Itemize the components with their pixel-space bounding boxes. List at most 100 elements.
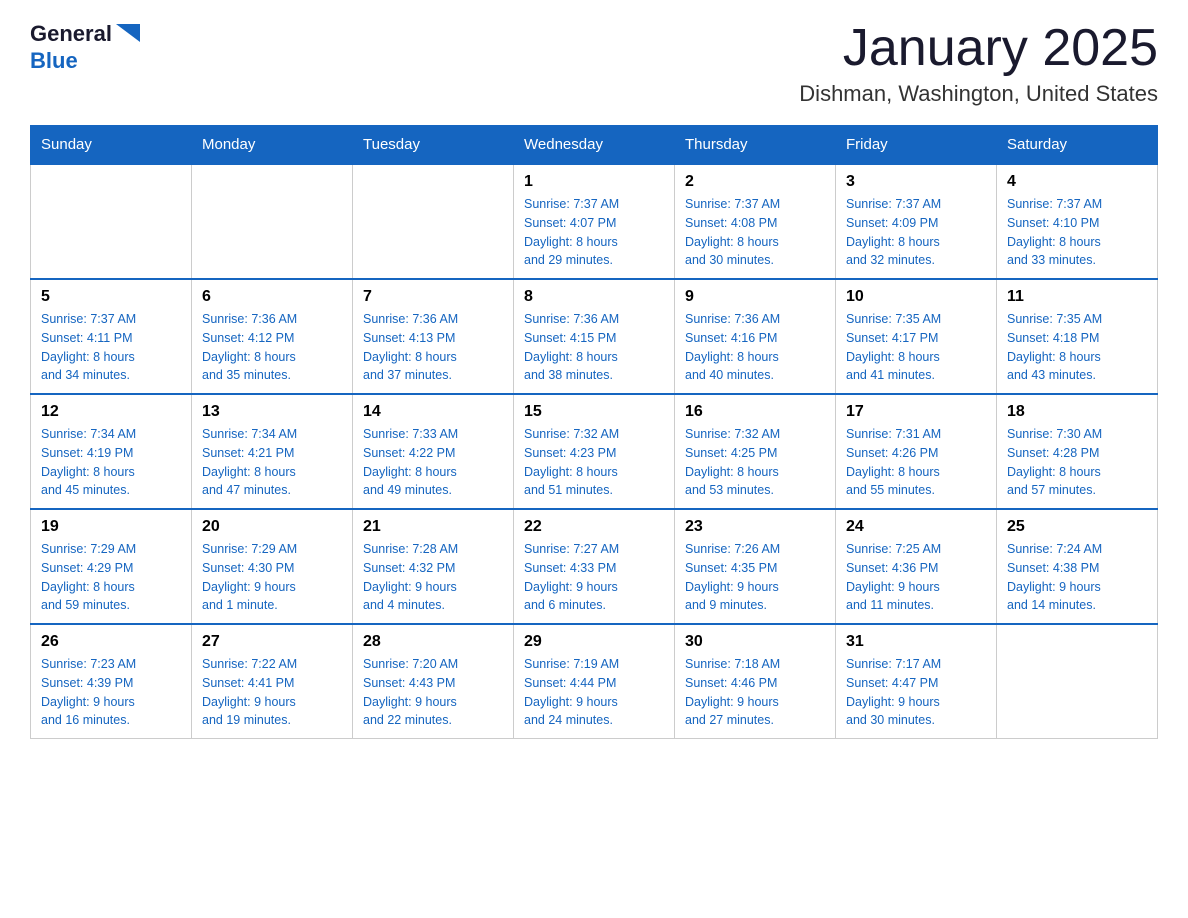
day-info: Sunrise: 7:31 AM Sunset: 4:26 PM Dayligh… (846, 425, 986, 500)
day-number: 8 (524, 288, 664, 306)
month-title: January 2025 (799, 20, 1158, 77)
day-info: Sunrise: 7:28 AM Sunset: 4:32 PM Dayligh… (363, 540, 503, 615)
weekday-header-thursday: Thursday (675, 126, 836, 165)
day-number: 6 (202, 288, 342, 306)
page-header: General Blue January 2025 Dishman, Washi… (30, 20, 1158, 107)
calendar-cell: 7 Sunrise: 7:36 AM Sunset: 4:13 PM Daylig… (353, 279, 514, 394)
day-number: 28 (363, 633, 503, 651)
calendar-cell: 26 Sunrise: 7:23 AM Sunset: 4:39 PM Dayli… (31, 624, 192, 739)
logo-icon (114, 20, 142, 48)
calendar-cell: 6 Sunrise: 7:36 AM Sunset: 4:12 PM Daylig… (192, 279, 353, 394)
weekday-header-sunday: Sunday (31, 126, 192, 165)
day-number: 12 (41, 403, 181, 421)
calendar-cell: 16 Sunrise: 7:32 AM Sunset: 4:25 PM Dayli… (675, 394, 836, 509)
calendar-cell: 18 Sunrise: 7:30 AM Sunset: 4:28 PM Dayli… (997, 394, 1158, 509)
day-info: Sunrise: 7:32 AM Sunset: 4:25 PM Dayligh… (685, 425, 825, 500)
day-info: Sunrise: 7:19 AM Sunset: 4:44 PM Dayligh… (524, 655, 664, 730)
calendar-cell: 17 Sunrise: 7:31 AM Sunset: 4:26 PM Dayli… (836, 394, 997, 509)
day-number: 20 (202, 518, 342, 536)
calendar-week-row: 19Sunrise: 7:29 AM Sunset: 4:29 PM Dayli… (31, 509, 1158, 624)
day-number: 31 (846, 633, 986, 651)
day-info: Sunrise: 7:32 AM Sunset: 4:23 PM Dayligh… (524, 425, 664, 500)
calendar-cell: 2Sunrise: 7:37 AM Sunset: 4:08 PM Daylig… (675, 164, 836, 279)
calendar-cell: 10 Sunrise: 7:35 AM Sunset: 4:17 PM Dayli… (836, 279, 997, 394)
title-block: January 2025 Dishman, Washington, United… (799, 20, 1158, 107)
day-number: 30 (685, 633, 825, 651)
day-info: Sunrise: 7:22 AM Sunset: 4:41 PM Dayligh… (202, 655, 342, 730)
weekday-header-wednesday: Wednesday (514, 126, 675, 165)
calendar-cell: 21 Sunrise: 7:28 AM Sunset: 4:32 PM Dayli… (353, 509, 514, 624)
day-info: Sunrise: 7:37 AM Sunset: 4:10 PM Dayligh… (1007, 195, 1147, 270)
calendar-cell: 20 Sunrise: 7:29 AM Sunset: 4:30 PM Dayli… (192, 509, 353, 624)
day-info: Sunrise: 7:37 AM Sunset: 4:09 PM Dayligh… (846, 195, 986, 270)
logo-general-text: General (30, 21, 112, 47)
day-number: 18 (1007, 403, 1147, 421)
day-info: Sunrise: 7:36 AM Sunset: 4:13 PM Dayligh… (363, 310, 503, 385)
calendar-cell: 15 Sunrise: 7:32 AM Sunset: 4:23 PM Dayli… (514, 394, 675, 509)
calendar-cell: 31Sunrise: 7:17 AM Sunset: 4:47 PM Dayli… (836, 624, 997, 739)
day-info: Sunrise: 7:29 AM Sunset: 4:29 PM Dayligh… (41, 540, 181, 615)
calendar-cell: 1 Sunrise: 7:37 AM Sunset: 4:07 PM Daylig… (514, 164, 675, 279)
day-number: 23 (685, 518, 825, 536)
calendar-cell (31, 164, 192, 279)
calendar-cell: 8 Sunrise: 7:36 AM Sunset: 4:15 PM Daylig… (514, 279, 675, 394)
calendar-cell: 11 Sunrise: 7:35 AM Sunset: 4:18 PM Dayli… (997, 279, 1158, 394)
day-info: Sunrise: 7:37 AM Sunset: 4:07 PM Dayligh… (524, 195, 664, 270)
day-info: Sunrise: 7:20 AM Sunset: 4:43 PM Dayligh… (363, 655, 503, 730)
day-number: 14 (363, 403, 503, 421)
day-info: Sunrise: 7:36 AM Sunset: 4:15 PM Dayligh… (524, 310, 664, 385)
day-info: Sunrise: 7:33 AM Sunset: 4:22 PM Dayligh… (363, 425, 503, 500)
calendar-cell: 19Sunrise: 7:29 AM Sunset: 4:29 PM Dayli… (31, 509, 192, 624)
weekday-header-friday: Friday (836, 126, 997, 165)
calendar-cell: 29 Sunrise: 7:19 AM Sunset: 4:44 PM Dayli… (514, 624, 675, 739)
calendar-cell: 22Sunrise: 7:27 AM Sunset: 4:33 PM Dayli… (514, 509, 675, 624)
day-number: 26 (41, 633, 181, 651)
calendar-table: SundayMondayTuesdayWednesdayThursdayFrid… (30, 125, 1158, 739)
day-info: Sunrise: 7:36 AM Sunset: 4:12 PM Dayligh… (202, 310, 342, 385)
day-info: Sunrise: 7:34 AM Sunset: 4:19 PM Dayligh… (41, 425, 181, 500)
weekday-header-saturday: Saturday (997, 126, 1158, 165)
day-info: Sunrise: 7:30 AM Sunset: 4:28 PM Dayligh… (1007, 425, 1147, 500)
day-number: 11 (1007, 288, 1147, 306)
calendar-cell (997, 624, 1158, 739)
day-number: 16 (685, 403, 825, 421)
day-number: 29 (524, 633, 664, 651)
calendar-cell: 3Sunrise: 7:37 AM Sunset: 4:09 PM Daylig… (836, 164, 997, 279)
weekday-header-monday: Monday (192, 126, 353, 165)
calendar-week-row: 1 Sunrise: 7:37 AM Sunset: 4:07 PM Daylig… (31, 164, 1158, 279)
calendar-week-row: 12 Sunrise: 7:34 AM Sunset: 4:19 PM Dayli… (31, 394, 1158, 509)
day-info: Sunrise: 7:37 AM Sunset: 4:08 PM Dayligh… (685, 195, 825, 270)
day-number: 21 (363, 518, 503, 536)
calendar-cell: 12 Sunrise: 7:34 AM Sunset: 4:19 PM Dayli… (31, 394, 192, 509)
logo: General Blue (30, 20, 142, 74)
calendar-cell (353, 164, 514, 279)
day-info: Sunrise: 7:35 AM Sunset: 4:17 PM Dayligh… (846, 310, 986, 385)
day-number: 24 (846, 518, 986, 536)
calendar-cell: 25 Sunrise: 7:24 AM Sunset: 4:38 PM Dayli… (997, 509, 1158, 624)
day-info: Sunrise: 7:18 AM Sunset: 4:46 PM Dayligh… (685, 655, 825, 730)
logo-blue-text: Blue (30, 48, 78, 74)
day-number: 7 (363, 288, 503, 306)
day-info: Sunrise: 7:35 AM Sunset: 4:18 PM Dayligh… (1007, 310, 1147, 385)
day-number: 13 (202, 403, 342, 421)
calendar-cell: 28 Sunrise: 7:20 AM Sunset: 4:43 PM Dayli… (353, 624, 514, 739)
day-info: Sunrise: 7:24 AM Sunset: 4:38 PM Dayligh… (1007, 540, 1147, 615)
day-number: 5 (41, 288, 181, 306)
day-info: Sunrise: 7:23 AM Sunset: 4:39 PM Dayligh… (41, 655, 181, 730)
day-number: 15 (524, 403, 664, 421)
day-info: Sunrise: 7:29 AM Sunset: 4:30 PM Dayligh… (202, 540, 342, 615)
day-number: 1 (524, 173, 664, 191)
calendar-week-row: 26 Sunrise: 7:23 AM Sunset: 4:39 PM Dayli… (31, 624, 1158, 739)
day-number: 25 (1007, 518, 1147, 536)
day-number: 4 (1007, 173, 1147, 191)
calendar-cell: 4 Sunrise: 7:37 AM Sunset: 4:10 PM Daylig… (997, 164, 1158, 279)
day-number: 10 (846, 288, 986, 306)
calendar-cell: 27Sunrise: 7:22 AM Sunset: 4:41 PM Dayli… (192, 624, 353, 739)
day-number: 9 (685, 288, 825, 306)
day-info: Sunrise: 7:37 AM Sunset: 4:11 PM Dayligh… (41, 310, 181, 385)
day-info: Sunrise: 7:25 AM Sunset: 4:36 PM Dayligh… (846, 540, 986, 615)
calendar-cell: 24 Sunrise: 7:25 AM Sunset: 4:36 PM Dayli… (836, 509, 997, 624)
calendar-cell: 23Sunrise: 7:26 AM Sunset: 4:35 PM Dayli… (675, 509, 836, 624)
weekday-header-tuesday: Tuesday (353, 126, 514, 165)
day-number: 17 (846, 403, 986, 421)
